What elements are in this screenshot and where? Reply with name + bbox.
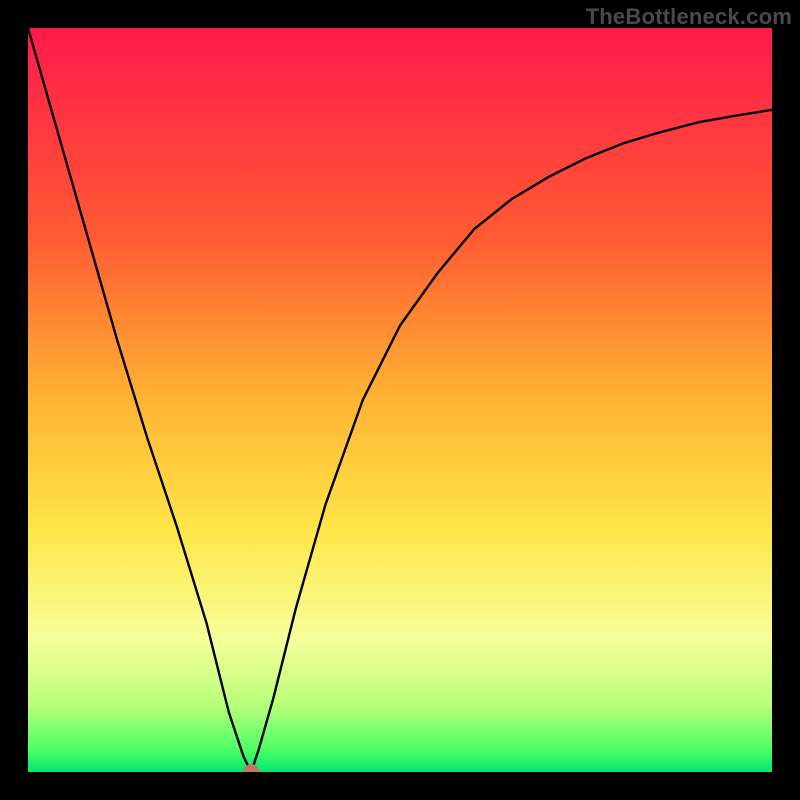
plot-area — [28, 28, 772, 772]
watermark-text: TheBottleneck.com — [586, 4, 792, 30]
gradient-background — [28, 28, 772, 772]
chart-stage: TheBottleneck.com — [0, 0, 800, 800]
chart-svg — [28, 28, 772, 772]
